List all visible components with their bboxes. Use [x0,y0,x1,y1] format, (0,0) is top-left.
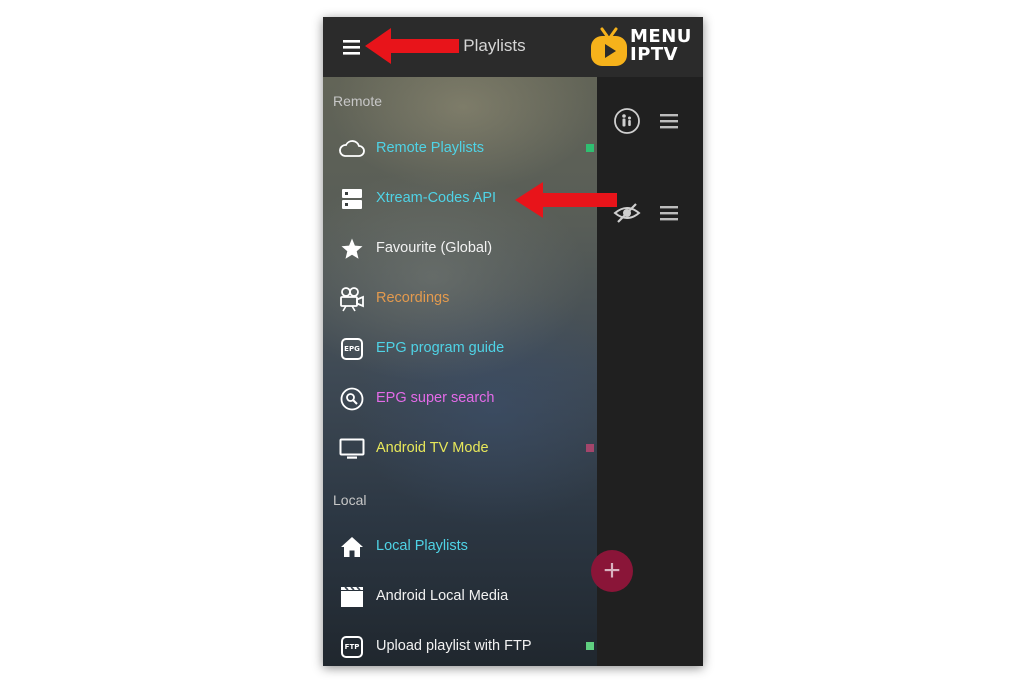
drawer-item-upload-playlist-ftp[interactable]: FTP Upload playlist with FTP [323,627,597,666]
drawer-item-label: Recordings [376,290,450,306]
menu-icon[interactable] [659,203,679,223]
search-icon [339,387,365,411]
status-indicator [586,144,594,152]
cloud-icon [339,137,365,161]
section-local: Local [333,492,367,508]
annotation-arrow-left [515,182,617,218]
add-button[interactable]: + [591,550,633,592]
drawer-item-remote-playlists[interactable]: Remote Playlists [323,129,597,169]
menu-iptv-logo: MENU IPTV [589,25,697,71]
drawer-item-epg-super-search[interactable]: EPG super search [323,379,597,419]
epg-icon: EPG [339,337,365,361]
phone-screen: + Remote Playlists MENU IPTV Remote Remo… [323,17,703,666]
section-remote: Remote [333,93,383,109]
drawer-item-android-local-media[interactable]: Android Local Media [323,577,597,617]
drawer-item-label: Android Local Media [376,588,509,604]
drawer-item-local-playlists[interactable]: Local Playlists [323,527,597,567]
drawer-item-label: Local Playlists [376,538,468,554]
drawer-item-favourite-global[interactable]: Favourite (Global) [323,229,597,269]
drawer-item-label: Favourite (Global) [376,240,493,256]
hamburger-menu-icon[interactable] [340,37,364,57]
status-indicator [586,642,594,650]
logo-text-iptv: IPTV [630,44,679,65]
status-indicator [586,444,594,452]
drawer-item-label: EPG super search [376,390,495,406]
home-icon [339,535,365,559]
ftp-icon: FTP [339,635,365,659]
tv-icon [339,437,365,461]
server-icon [339,187,365,211]
drawer-item-label: Android TV Mode [376,440,489,456]
drawer-item-label: EPG program guide [376,340,505,356]
parental-icon[interactable] [612,106,642,136]
drawer-item-label: Xtream-Codes API [376,190,497,206]
drawer-item-android-tv-mode[interactable]: Android TV Mode [323,429,597,469]
drawer-item-label: Upload playlist with FTP [376,638,532,654]
video-camera-icon [339,287,365,312]
navigation-drawer: Remote Remote Playlists Xtream-Codes API [323,77,597,666]
film-icon [339,585,365,609]
menu-icon[interactable] [659,111,679,131]
star-icon [339,237,365,261]
drawer-item-recordings[interactable]: Recordings [323,279,597,319]
annotation-arrow-left [365,28,459,64]
plus-icon: + [603,554,621,587]
playlist-row[interactable] [597,101,703,141]
play-logo-icon [591,27,627,66]
drawer-item-epg-program-guide[interactable]: EPG EPG program guide [323,329,597,369]
drawer-item-label: Remote Playlists [376,140,484,156]
